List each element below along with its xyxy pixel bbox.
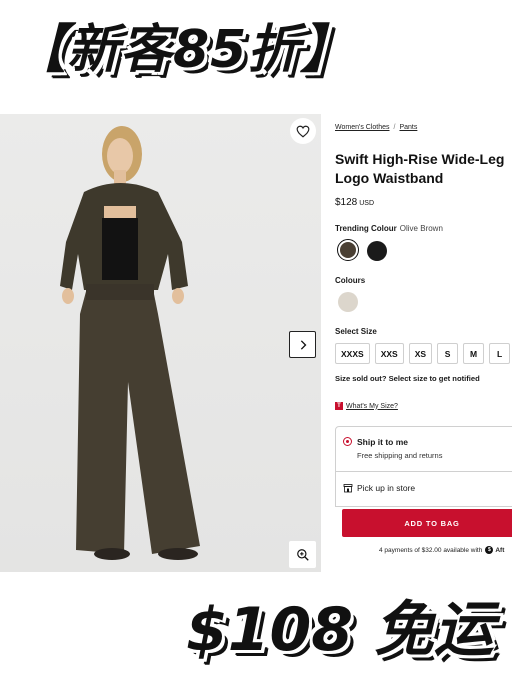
- zoom-in-icon: [296, 548, 309, 561]
- pickup-label: Pick up in store: [357, 483, 416, 493]
- size-xs[interactable]: XS: [408, 343, 433, 364]
- store-icon: [343, 484, 353, 493]
- promo-banner-bottom: $108 免运: [186, 595, 494, 665]
- promo-banner-top: 【新客85折】: [14, 20, 354, 80]
- whats-my-size-link[interactable]: What's My Size?: [346, 403, 398, 410]
- t-logo-icon: T: [335, 402, 343, 410]
- product-details: Women's Clothes / Pants Swift High-Rise Wi…: [335, 114, 512, 574]
- zoom-button[interactable]: [289, 541, 316, 568]
- breadcrumb: Women's Clothes / Pants: [335, 124, 417, 131]
- breadcrumb-pants[interactable]: Pants: [399, 124, 417, 131]
- pickup-option[interactable]: Pick up in store: [335, 471, 512, 507]
- installments-brand[interactable]: Aft: [495, 547, 504, 554]
- select-size-label: Select Size: [335, 327, 377, 336]
- wishlist-button[interactable]: [290, 118, 316, 144]
- product-title: Swift High-Rise Wide-Leg Logo Waistband: [335, 151, 505, 186]
- trending-colour-value: Olive Brown: [399, 224, 443, 233]
- whats-my-size: T What's My Size?: [335, 402, 398, 410]
- radio-selected-icon[interactable]: [343, 437, 352, 446]
- swatch-fill: [340, 242, 356, 258]
- swatch-black[interactable]: [367, 241, 387, 261]
- size-l[interactable]: L: [489, 343, 511, 364]
- breadcrumb-womens-clothes[interactable]: Women's Clothes: [335, 124, 390, 131]
- product-image[interactable]: [0, 114, 321, 572]
- ship-to-me-option[interactable]: Ship it to me Free shipping and returns: [335, 426, 512, 472]
- size-options: XXXS XXS XS S M L: [335, 343, 511, 364]
- swatch-light-beige[interactable]: [338, 292, 358, 312]
- size-xxs[interactable]: XXS: [374, 343, 404, 364]
- ship-subtitle: Free shipping and returns: [357, 451, 443, 460]
- heart-icon: [296, 125, 310, 138]
- size-xxxs[interactable]: XXXS: [335, 343, 370, 364]
- chevron-right-icon: [300, 339, 306, 350]
- size-sold-out-notice: Size sold out? Select size to get notifi…: [335, 374, 480, 383]
- trending-colour-title: Trending Colour: [335, 224, 397, 233]
- size-s[interactable]: S: [437, 343, 459, 364]
- breadcrumb-separator: /: [393, 124, 396, 131]
- model-illustration: [60, 126, 200, 560]
- swatch-olive-brown[interactable]: [337, 239, 359, 261]
- installments-info: 4 payments of $32.00 available with $ Aft: [379, 546, 504, 554]
- size-m[interactable]: M: [463, 343, 485, 364]
- ship-title: Ship it to me: [357, 437, 408, 447]
- next-image-button[interactable]: [289, 331, 316, 358]
- price-amount: $128: [335, 197, 358, 208]
- afterpay-logo-icon: $: [485, 546, 494, 554]
- colours-label: Colours: [335, 276, 366, 285]
- add-to-bag-button[interactable]: ADD TO BAG: [342, 509, 512, 537]
- product-price: $128 USD: [335, 197, 374, 208]
- trending-colour-label: Trending Colour Olive Brown: [335, 224, 443, 233]
- price-currency: USD: [359, 200, 375, 207]
- installments-text: 4 payments of $32.00 available with: [379, 546, 483, 554]
